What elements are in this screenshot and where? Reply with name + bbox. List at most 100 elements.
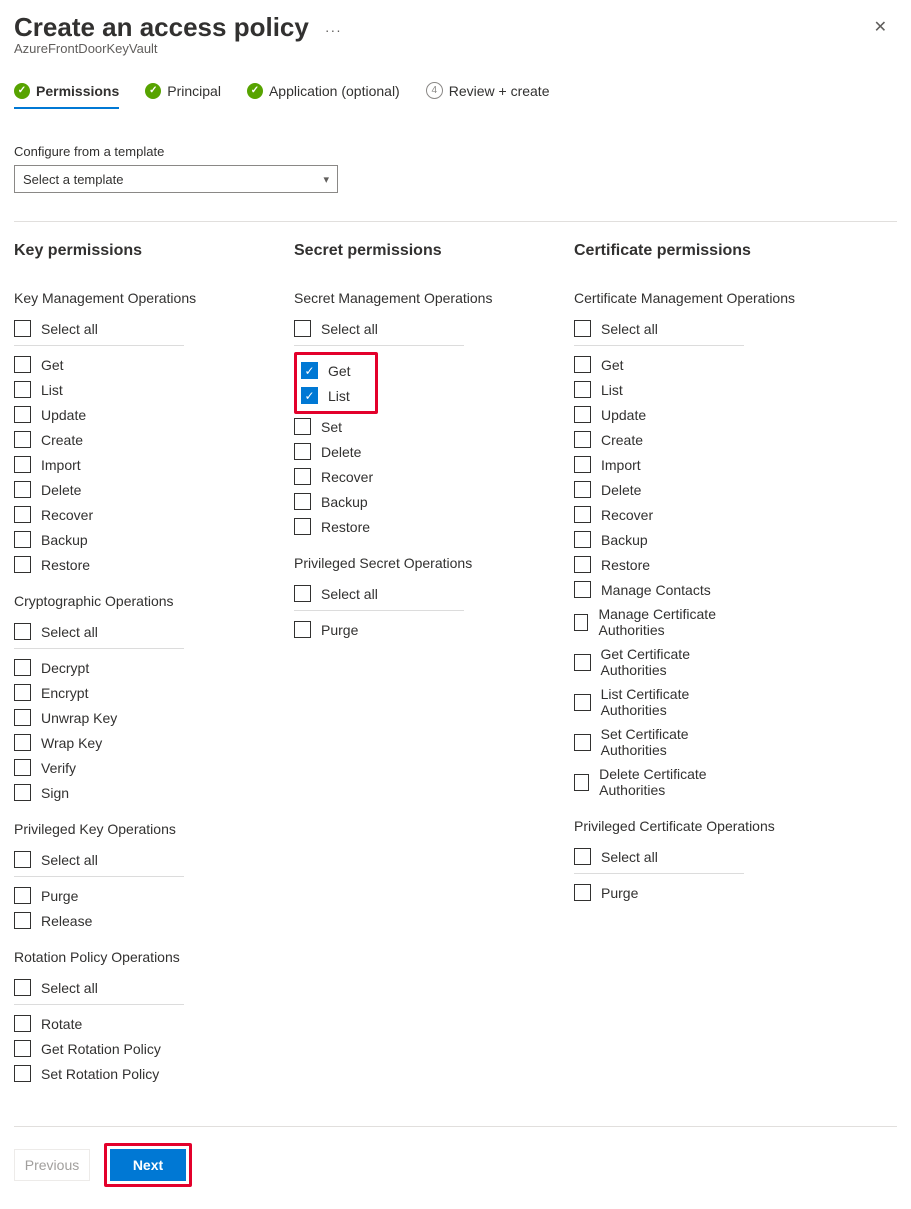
page-title: Create an access policy (14, 12, 309, 43)
permission-checkbox[interactable]: Recover (14, 502, 194, 527)
permission-checkbox[interactable]: Update (14, 402, 194, 427)
checkbox-group: Select allGetListUpdateCreateImportDelet… (574, 316, 754, 802)
permission-checkbox[interactable]: Backup (14, 527, 194, 552)
select-all-checkbox[interactable]: Select all (294, 581, 474, 606)
permission-checkbox[interactable]: List Certificate Authorities (574, 682, 754, 722)
check-icon: ✓ (247, 83, 263, 99)
tab-review-create[interactable]: 4Review + create (426, 82, 550, 109)
permission-checkbox[interactable]: Verify (14, 755, 194, 780)
check-icon: ✓ (145, 83, 161, 99)
select-all-checkbox[interactable]: Select all (294, 316, 474, 341)
checkbox-icon (574, 506, 591, 523)
permission-checkbox[interactable]: Set Rotation Policy (14, 1061, 194, 1086)
permission-label: Delete (41, 482, 81, 498)
permission-checkbox[interactable]: Recover (574, 502, 754, 527)
checkbox-group: Select all ✓Get✓List SetDeleteRecover Backu… (294, 316, 474, 539)
permission-checkbox[interactable]: Delete (294, 439, 474, 464)
permission-checkbox[interactable]: Sign (14, 780, 194, 805)
tab-permissions[interactable]: ✓Permissions (14, 82, 119, 109)
permission-checkbox[interactable]: Create (14, 427, 194, 452)
select-all-label: Select all (41, 624, 98, 640)
checkbox-icon (14, 784, 31, 801)
select-all-checkbox[interactable]: Select all (14, 975, 194, 1000)
checkbox-icon (294, 320, 311, 337)
permission-checkbox[interactable]: Restore (14, 552, 194, 577)
permission-checkbox[interactable]: Delete (14, 477, 194, 502)
permission-label: Manage Certificate Authorities (598, 606, 754, 638)
permission-checkbox[interactable]: Get Certificate Authorities (574, 642, 754, 682)
permission-checkbox[interactable]: Delete (574, 477, 754, 502)
permission-checkbox[interactable]: Recover (294, 464, 474, 489)
permission-checkbox[interactable]: Set Certificate Authorities (574, 722, 754, 762)
permission-checkbox[interactable]: ✓List (301, 383, 371, 408)
permission-checkbox[interactable]: Get Rotation Policy (14, 1036, 194, 1061)
permission-label: Recover (41, 507, 93, 523)
permission-label: Update (601, 407, 646, 423)
permission-checkbox[interactable]: Get (14, 352, 194, 377)
checkbox-icon (574, 884, 591, 901)
permission-checkbox[interactable]: Delete Certificate Authorities (574, 762, 754, 802)
previous-button[interactable]: Previous (14, 1149, 90, 1181)
permission-checkbox[interactable]: Create (574, 427, 754, 452)
checkbox-icon (574, 481, 591, 498)
template-select[interactable]: Select a template ▾ (14, 165, 338, 193)
checkbox-icon (14, 709, 31, 726)
permission-checkbox[interactable]: Purge (294, 617, 474, 642)
permission-checkbox[interactable]: Unwrap Key (14, 705, 194, 730)
permission-label: Backup (321, 494, 368, 510)
permission-label: Get (41, 357, 64, 373)
permission-checkbox[interactable]: Restore (294, 514, 474, 539)
checkbox-icon (574, 614, 588, 631)
permission-label: Import (41, 457, 81, 473)
permission-checkbox[interactable]: Restore (574, 552, 754, 577)
select-all-label: Select all (321, 586, 378, 602)
permission-label: Restore (601, 557, 650, 573)
permission-checkbox[interactable]: Update (574, 402, 754, 427)
tab-principal[interactable]: ✓Principal (145, 82, 221, 109)
checkbox-icon (14, 912, 31, 929)
checkbox-icon (14, 1040, 31, 1057)
permission-checkbox[interactable]: Release (14, 908, 194, 933)
permission-checkbox[interactable]: Backup (574, 527, 754, 552)
select-all-label: Select all (321, 321, 378, 337)
permission-checkbox[interactable]: Rotate (14, 1011, 194, 1036)
select-all-checkbox[interactable]: Select all (14, 316, 194, 341)
divider (574, 345, 744, 346)
divider (14, 648, 184, 649)
checkbox-icon (14, 531, 31, 548)
checkbox-icon: ✓ (301, 387, 318, 404)
group-title: Privileged Certificate Operations (574, 818, 844, 834)
permission-label: Get Certificate Authorities (601, 646, 755, 678)
select-all-checkbox[interactable]: Select all (574, 844, 754, 869)
permission-checkbox[interactable]: Manage Certificate Authorities (574, 602, 754, 642)
permission-label: List (41, 382, 63, 398)
permission-checkbox[interactable]: List (574, 377, 754, 402)
select-all-checkbox[interactable]: Select all (14, 847, 194, 872)
permission-checkbox[interactable]: Purge (14, 883, 194, 908)
checkbox-icon (14, 684, 31, 701)
permission-checkbox[interactable]: Backup (294, 489, 474, 514)
permission-checkbox[interactable]: Set (294, 414, 474, 439)
close-icon[interactable]: ✕ (870, 16, 891, 40)
permission-label: Get (601, 357, 624, 373)
checkbox-icon (14, 381, 31, 398)
permission-checkbox[interactable]: Import (574, 452, 754, 477)
permission-checkbox[interactable]: Manage Contacts (574, 577, 754, 602)
permission-checkbox[interactable]: Decrypt (14, 655, 194, 680)
select-all-checkbox[interactable]: Select all (574, 316, 754, 341)
checkbox-icon (294, 493, 311, 510)
permission-checkbox[interactable]: Import (14, 452, 194, 477)
permission-checkbox[interactable]: ✓Get (301, 358, 371, 383)
next-button[interactable]: Next (110, 1149, 186, 1181)
checkbox-icon (574, 556, 591, 573)
permission-checkbox[interactable]: List (14, 377, 194, 402)
permission-checkbox[interactable]: Purge (574, 880, 754, 905)
tab-application-optional-[interactable]: ✓Application (optional) (247, 82, 400, 109)
permission-checkbox[interactable]: Wrap Key (14, 730, 194, 755)
permission-checkbox[interactable]: Get (574, 352, 754, 377)
select-all-checkbox[interactable]: Select all (14, 619, 194, 644)
checkbox-icon (14, 356, 31, 373)
permission-label: Recover (601, 507, 653, 523)
permission-checkbox[interactable]: Encrypt (14, 680, 194, 705)
more-icon[interactable]: ··· (325, 22, 342, 38)
